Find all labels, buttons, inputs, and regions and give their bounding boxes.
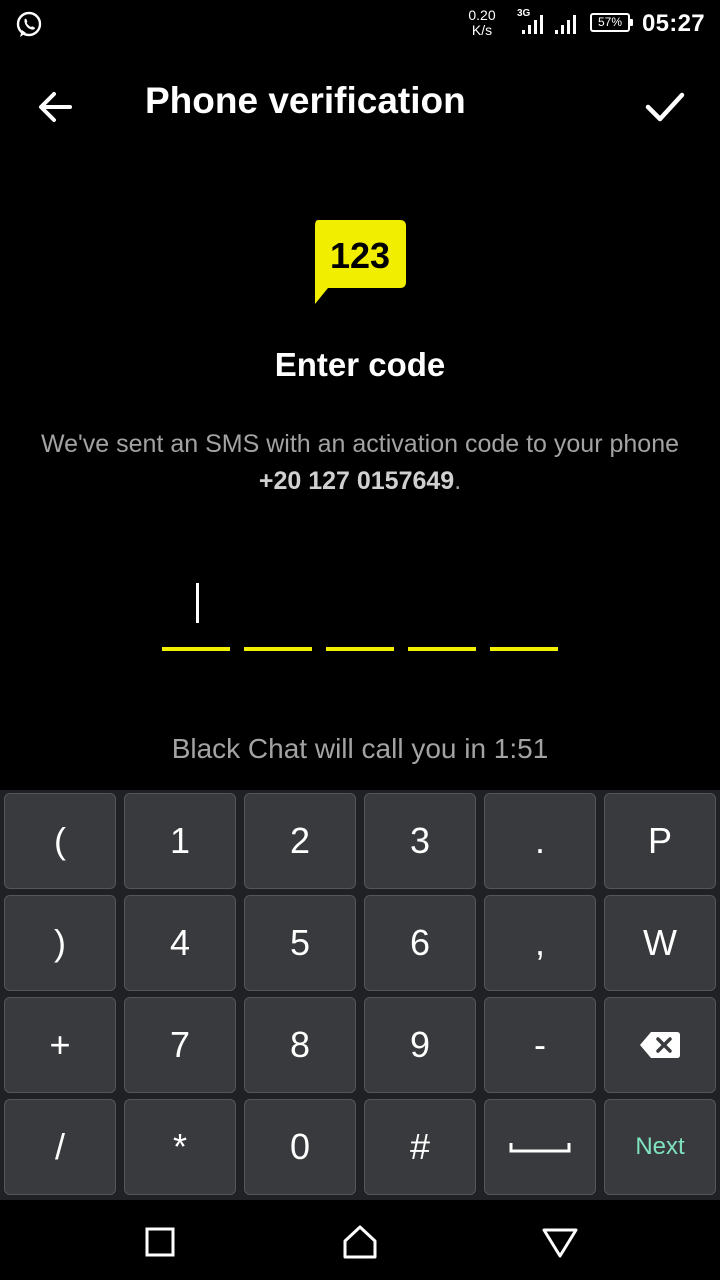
key-w[interactable]: W bbox=[604, 895, 716, 991]
page-title: Phone verification bbox=[145, 80, 466, 121]
key-5[interactable]: 5 bbox=[244, 895, 356, 991]
space-icon bbox=[509, 1143, 571, 1153]
status-time: 05:27 bbox=[642, 10, 705, 37]
arrow-left-icon[interactable] bbox=[30, 82, 80, 132]
call-countdown: Black Chat will call you in 1:51 bbox=[171, 733, 549, 764]
key-label: P bbox=[647, 820, 672, 861]
key-p[interactable]: P bbox=[604, 793, 716, 889]
key-label: / bbox=[54, 1126, 65, 1167]
key-label: 5 bbox=[289, 922, 311, 963]
signal-icon-secondary bbox=[555, 15, 576, 34]
key-hash[interactable]: # bbox=[364, 1099, 476, 1195]
home-icon[interactable] bbox=[340, 1222, 380, 1262]
key-label: - bbox=[534, 1024, 546, 1065]
text-cursor bbox=[196, 583, 199, 623]
key-label: , bbox=[534, 922, 545, 963]
key-space[interactable] bbox=[484, 1099, 596, 1195]
key-minus[interactable]: - bbox=[484, 997, 596, 1093]
key-next[interactable]: Next bbox=[604, 1099, 716, 1195]
key-6[interactable]: 6 bbox=[364, 895, 476, 991]
key-4[interactable]: 4 bbox=[124, 895, 236, 991]
numeric-keyboard: ( 1 2 3 . P ) 4 5 6 , W + 7 8 9 - / * 0 … bbox=[0, 790, 720, 1200]
key-7[interactable]: 7 bbox=[124, 997, 236, 1093]
code-input[interactable] bbox=[162, 575, 562, 655]
key-label: 1 bbox=[169, 820, 191, 861]
key-plus[interactable]: + bbox=[4, 997, 116, 1093]
signal-icon bbox=[522, 15, 543, 34]
key-label: . bbox=[534, 820, 545, 861]
key-label: 6 bbox=[409, 922, 431, 963]
key-label: 4 bbox=[169, 922, 191, 963]
key-period[interactable]: . bbox=[484, 793, 596, 889]
key-3[interactable]: 3 bbox=[364, 793, 476, 889]
key-close-paren[interactable]: ) bbox=[4, 895, 116, 991]
key-asterisk[interactable]: * bbox=[124, 1099, 236, 1195]
app-screen: 0.20 K/s 3G 57% 05:27 Phone verification bbox=[0, 0, 720, 1280]
code-digit-2[interactable] bbox=[244, 575, 312, 651]
network-speed-unit: K/s bbox=[471, 22, 493, 38]
code-digit-4[interactable] bbox=[408, 575, 476, 651]
key-label: + bbox=[49, 1024, 71, 1065]
battery-indicator: 57% bbox=[590, 13, 633, 32]
network-speed: 0.20 K/s bbox=[462, 8, 502, 38]
key-1[interactable]: 1 bbox=[124, 793, 236, 889]
key-backspace[interactable] bbox=[604, 997, 716, 1093]
sms-description-end: . bbox=[454, 467, 462, 495]
sms-description-text: We've sent an SMS with an activation cod… bbox=[40, 430, 679, 458]
sms-code-icon: 123 bbox=[315, 220, 406, 304]
sms-code-icon-text: 123 bbox=[330, 235, 390, 276]
phone-number: +20 127 0157649 bbox=[258, 467, 455, 495]
key-label: Next bbox=[635, 1133, 685, 1160]
key-9[interactable]: 9 bbox=[364, 997, 476, 1093]
key-label: 2 bbox=[289, 820, 311, 861]
key-label: 3 bbox=[409, 820, 431, 861]
key-label: W bbox=[643, 922, 677, 963]
key-label: 0 bbox=[289, 1126, 311, 1167]
back-triangle-icon[interactable] bbox=[540, 1222, 580, 1262]
key-label: 9 bbox=[409, 1024, 431, 1065]
key-open-paren[interactable]: ( bbox=[4, 793, 116, 889]
code-digit-3[interactable] bbox=[326, 575, 394, 651]
key-8[interactable]: 8 bbox=[244, 997, 356, 1093]
key-label: * bbox=[172, 1126, 187, 1167]
key-label: ) bbox=[54, 922, 66, 963]
key-0[interactable]: 0 bbox=[244, 1099, 356, 1195]
code-digit-5[interactable] bbox=[490, 575, 558, 651]
app-bar: Phone verification bbox=[0, 60, 720, 148]
key-label: 7 bbox=[169, 1024, 191, 1065]
recents-square-icon[interactable] bbox=[140, 1222, 180, 1262]
key-label: # bbox=[409, 1126, 431, 1167]
network-speed-value: 0.20 bbox=[468, 7, 496, 23]
enter-code-heading: Enter code bbox=[274, 346, 446, 383]
navigation-bar bbox=[0, 1200, 720, 1280]
key-label: ( bbox=[54, 820, 66, 861]
code-digit-1[interactable] bbox=[162, 575, 230, 651]
whatsapp-icon bbox=[16, 11, 42, 37]
key-label: 8 bbox=[289, 1024, 311, 1065]
key-slash[interactable]: / bbox=[4, 1099, 116, 1195]
key-comma[interactable]: , bbox=[484, 895, 596, 991]
key-2[interactable]: 2 bbox=[244, 793, 356, 889]
status-bar: 0.20 K/s 3G 57% 05:27 bbox=[0, 0, 720, 50]
backspace-icon bbox=[640, 1032, 680, 1058]
check-icon[interactable] bbox=[638, 82, 692, 132]
sms-description: We've sent an SMS with an activation cod… bbox=[40, 426, 680, 500]
